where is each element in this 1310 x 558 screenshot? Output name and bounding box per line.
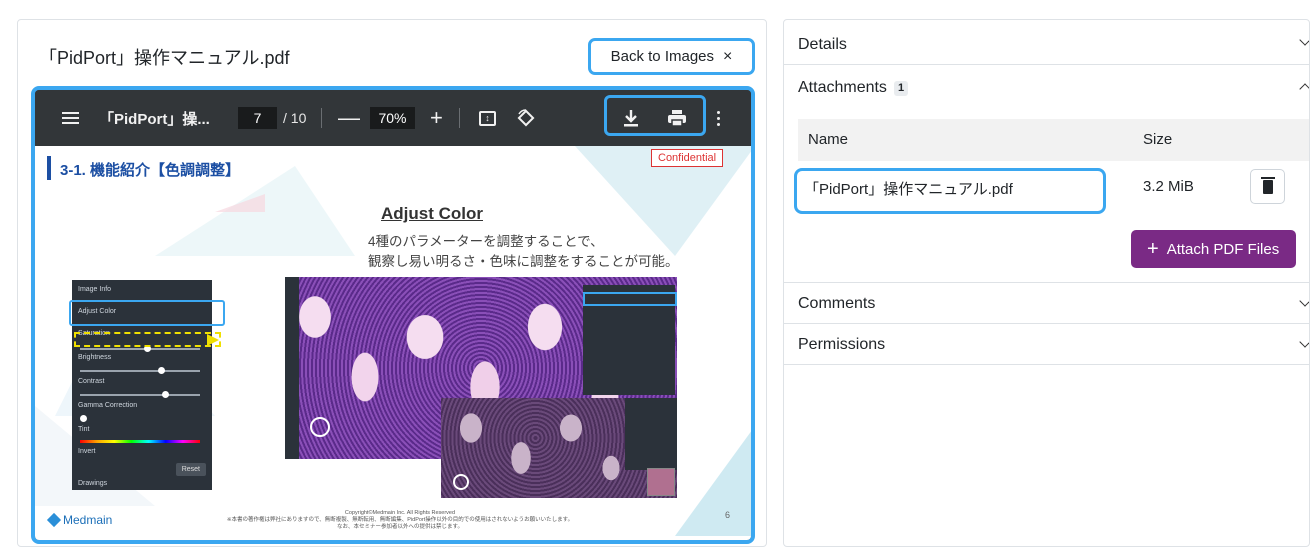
panel-contrast: Contrast (78, 378, 105, 385)
cursor-circle-icon (453, 474, 469, 490)
accordion-permissions[interactable]: Permissions (784, 324, 1309, 365)
accordion-details[interactable]: Details (784, 20, 1309, 65)
page-total: / 10 (283, 110, 307, 126)
saturation-highlight (74, 332, 221, 347)
zoom-in-button[interactable]: + (430, 90, 443, 146)
medmain-logo: Medmain (46, 512, 113, 528)
arrow-icon (207, 334, 219, 346)
comments-label: Comments (798, 295, 876, 312)
histology-small-panel-overlay (625, 398, 677, 470)
section-title: 3-1. 機能紹介【色調調整】 (60, 162, 241, 179)
permissions-label: Permissions (798, 336, 886, 353)
panel-tint: Tint (78, 426, 90, 433)
plus-icon: + (1147, 238, 1159, 260)
app-frame: 「PidPort」操作マニュアル.pdf Back to Images × 「P… (0, 0, 1310, 558)
slide-description-line1: 4種のパラメーターを調整することで、 (368, 234, 604, 249)
download-icon[interactable] (623, 90, 639, 146)
cursor-circle-icon (310, 417, 330, 437)
zoom-out-button[interactable]: — (338, 90, 360, 146)
download-print-highlight (604, 95, 706, 136)
attach-button-label: Attach PDF Files (1166, 240, 1280, 258)
adjust-color-highlight (69, 300, 225, 326)
back-to-images-button[interactable]: Back to Images × (588, 38, 755, 75)
slide-heading: Adjust Color (381, 204, 483, 223)
attachment-file-link[interactable]: 「PidPort」操作マニュアル.pdf (804, 178, 1013, 199)
panel-brightness: Brightness (78, 354, 112, 361)
histology-panel-highlight (583, 292, 677, 306)
attachments-header[interactable]: Attachments 1 (798, 79, 909, 97)
panel-gamma: Gamma Correction (78, 402, 138, 409)
panel-drawings: Drawings (78, 480, 108, 487)
accordion-comments[interactable]: Comments (784, 283, 1309, 324)
zoom-level-input[interactable]: 70% (370, 107, 415, 129)
back-button-label: Back to Images (610, 48, 715, 65)
delete-attachment-button[interactable] (1250, 169, 1285, 204)
copyright-text: Copyright©Medmain Inc. All Rights Reserv… (205, 510, 595, 531)
fit-page-icon[interactable]: ↕ (479, 90, 496, 146)
histology-thumbnail (647, 468, 675, 496)
medmain-logo-icon (46, 512, 62, 528)
copyright-line1: Copyright©Medmain Inc. All Rights Reserv… (344, 510, 456, 516)
more-vertical-icon[interactable] (717, 90, 720, 146)
attachments-count-badge: 1 (893, 80, 909, 96)
details-label: Details (798, 36, 847, 53)
chevron-up-icon[interactable] (1299, 83, 1309, 95)
column-size: Size (1143, 131, 1173, 148)
toolbar-divider (321, 108, 322, 128)
section-bar (47, 156, 51, 180)
attachment-file-size: 3.2 MiB (1143, 178, 1194, 195)
chevron-down-icon (1299, 295, 1309, 307)
rotate-icon[interactable] (516, 90, 536, 146)
panel-reset: Reset (175, 463, 206, 476)
close-icon: × (723, 47, 733, 65)
toolbar-divider (459, 108, 460, 128)
panel-invert: Invert (78, 448, 96, 455)
panel-image-info: Image Info (78, 286, 112, 293)
sidebar-card: Details Attachments 1 Name Size 「PidPort… (783, 19, 1310, 547)
trash-icon (1260, 176, 1275, 194)
slide-description-line2: 観察し易い明るさ・色味に調整をすることが可能。 (368, 254, 679, 269)
confidential-label: Confidential (651, 149, 724, 167)
hamburger-icon[interactable] (62, 90, 79, 146)
copyright-line2: ※本書の著作権は弊社にありますので、無断複製、無断転用、無断編集、PidPort… (226, 517, 574, 523)
medmain-brand: Medmain (63, 513, 113, 527)
document-title: 「PidPort」操作マニュアル.pdf (39, 48, 290, 68)
zoom-control: 70% (370, 90, 415, 146)
column-name: Name (808, 131, 849, 148)
attachments-label: Attachments (798, 79, 887, 96)
page-navigator: 7 / 10 (238, 90, 306, 146)
copyright-line3: なお、本セミナー参加者以外への提供は禁じます。 (337, 524, 463, 530)
pdf-file-title: 「PidPort」操... (99, 110, 210, 128)
table-header: Name Size (798, 119, 1309, 161)
chevron-down-icon (1299, 34, 1309, 46)
pdf-page: 3-1. 機能紹介【色調調整】 Confidential Adjust Colo… (35, 146, 751, 540)
attach-pdf-files-button[interactable]: + Attach PDF Files (1131, 230, 1296, 268)
page-number-input[interactable]: 7 (238, 107, 277, 129)
print-icon[interactable] (667, 90, 687, 146)
chevron-down-icon (1299, 336, 1309, 348)
pdf-viewer: 「PidPort」操... 7 / 10 — 70% + ↕ 3-1. 機能紹介… (31, 86, 755, 544)
histology-side-toolbar (285, 277, 299, 459)
slide-page-number: 6 (725, 510, 731, 520)
pdf-toolbar: 「PidPort」操... 7 / 10 — 70% + ↕ (35, 90, 751, 146)
